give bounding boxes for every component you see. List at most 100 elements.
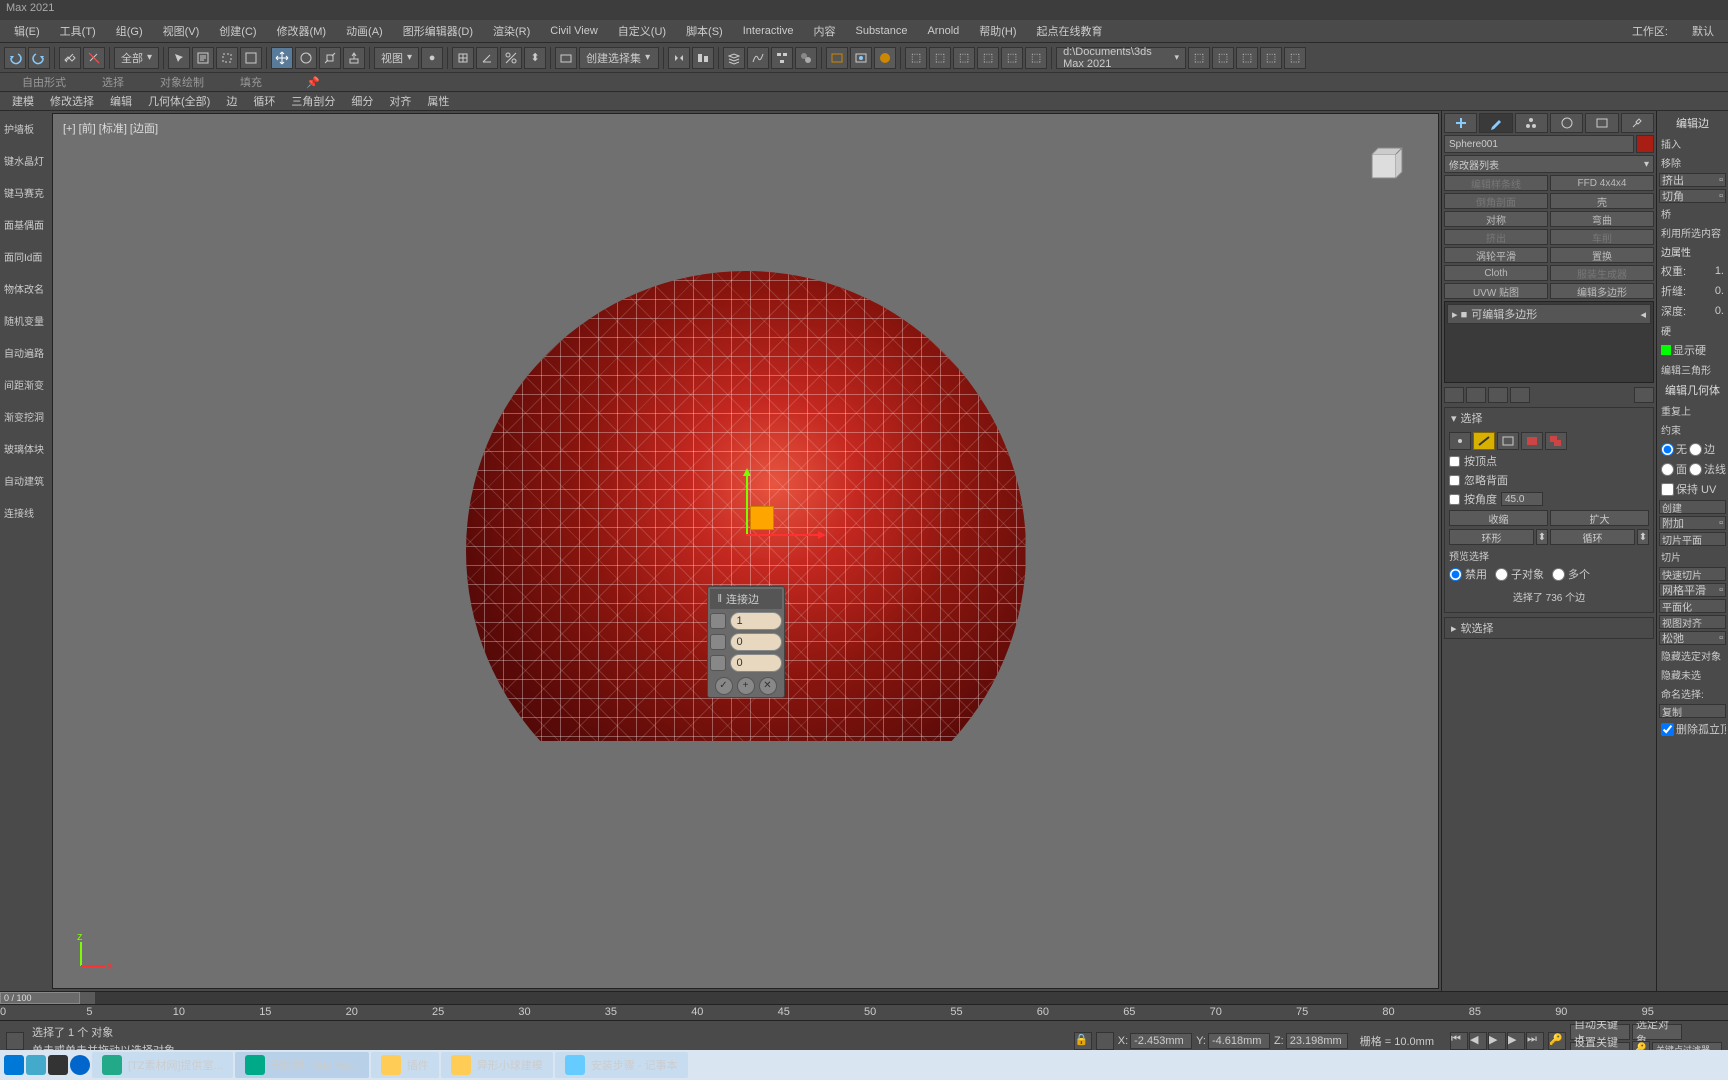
goto-start-button[interactable]: ⏮: [1450, 1032, 1468, 1050]
ring-spin[interactable]: ⬍: [1536, 529, 1548, 545]
unlink-button[interactable]: [83, 47, 105, 69]
c-none-radio[interactable]: [1661, 443, 1674, 456]
iso-icon[interactable]: [1096, 1032, 1114, 1050]
border-subobj-button[interactable]: [1497, 432, 1519, 450]
crease-input[interactable]: 0.: [1715, 285, 1724, 297]
undo-button[interactable]: [4, 47, 26, 69]
menu-substance[interactable]: Substance: [845, 23, 917, 39]
caddy-segments-input[interactable]: 1: [730, 612, 782, 630]
mod-btn[interactable]: 车削: [1550, 229, 1654, 245]
render-button[interactable]: [874, 47, 896, 69]
rib-modsel[interactable]: 修改选择: [42, 91, 102, 111]
ls-item[interactable]: 自动遍路: [2, 341, 48, 363]
t4[interactable]: ⬚: [977, 47, 999, 69]
taskbar-item[interactable]: 插件: [371, 1052, 439, 1078]
c-face-radio[interactable]: [1661, 463, 1674, 476]
menu-interactive[interactable]: Interactive: [733, 23, 804, 39]
bridge-btn[interactable]: 桥: [1659, 205, 1726, 222]
depth-input[interactable]: 0.: [1715, 305, 1724, 317]
caddy-apply-button[interactable]: +: [737, 677, 755, 695]
angle-input[interactable]: 45.0: [1501, 492, 1543, 506]
app-icon[interactable]: [26, 1055, 46, 1075]
ls-item[interactable]: 自动建筑: [2, 469, 48, 491]
menu-civilview[interactable]: Civil View: [540, 23, 607, 39]
caddy-cancel-button[interactable]: ✕: [759, 677, 777, 695]
caddy-pinch-input[interactable]: 0: [730, 633, 782, 651]
ring-button[interactable]: 环形: [1449, 529, 1534, 545]
next-frame-button[interactable]: ▶: [1507, 1032, 1525, 1050]
planarize-btn[interactable]: 平面化: [1659, 599, 1726, 613]
t3[interactable]: ⬚: [953, 47, 975, 69]
project-path[interactable]: d:\Documents\3ds Max 2021▾: [1056, 47, 1186, 69]
y-coord-input[interactable]: -4.618mm: [1208, 1033, 1270, 1049]
rib-subdiv[interactable]: 细分: [343, 91, 381, 111]
meshsmooth-btn[interactable]: 网格平滑▫: [1659, 583, 1726, 597]
select-rect-button[interactable]: [216, 47, 238, 69]
rib-align[interactable]: 对齐: [381, 91, 419, 111]
play-button[interactable]: ▶: [1488, 1032, 1506, 1050]
hideunsel-btn[interactable]: 隐藏未选: [1659, 666, 1726, 683]
x-coord-input[interactable]: -2.453mm: [1130, 1033, 1192, 1049]
p2[interactable]: ⬚: [1212, 47, 1234, 69]
p5[interactable]: ⬚: [1284, 47, 1306, 69]
taskbar-item[interactable]: [TZ素材网]提供室...: [92, 1052, 233, 1078]
preview-multi-radio[interactable]: [1552, 568, 1565, 581]
edge-subobj-button[interactable]: [1473, 432, 1495, 450]
rib-edge[interactable]: 边: [218, 91, 245, 111]
select-object-button[interactable]: [168, 47, 190, 69]
stack-item-editablepoly[interactable]: ▸ ■可编辑多边形◂: [1447, 304, 1651, 324]
rib-edit[interactable]: 编辑: [102, 91, 140, 111]
t5[interactable]: ⬚: [1001, 47, 1023, 69]
ls-item[interactable]: 面基偶面: [2, 213, 48, 235]
by-angle-checkbox[interactable]: [1449, 494, 1460, 505]
spinner-snap-button[interactable]: ⬍: [524, 47, 546, 69]
prev-frame-button[interactable]: ◀: [1469, 1032, 1487, 1050]
menu-create[interactable]: 创建(C): [209, 21, 266, 41]
app-icon[interactable]: [70, 1055, 90, 1075]
move-button[interactable]: [271, 47, 293, 69]
hidesel-btn[interactable]: 隐藏选定对象: [1659, 647, 1726, 664]
t6[interactable]: ⬚: [1025, 47, 1047, 69]
caddy-slide-input[interactable]: 0: [730, 654, 782, 672]
select-name-button[interactable]: [192, 47, 214, 69]
grow-button[interactable]: 扩大: [1550, 510, 1649, 526]
preview-none-radio[interactable]: [1449, 568, 1462, 581]
layer-button[interactable]: [723, 47, 745, 69]
rib-tri[interactable]: 三角剖分: [283, 91, 343, 111]
pin-stack-button[interactable]: [1444, 387, 1464, 403]
goto-end-button[interactable]: ⏭: [1526, 1032, 1544, 1050]
menu-content[interactable]: 内容: [803, 21, 845, 41]
time-ruler[interactable]: 0510152025303540455055606570758085909510…: [0, 1005, 1728, 1021]
show-result-button[interactable]: [1466, 387, 1486, 403]
render-setup-button[interactable]: [826, 47, 848, 69]
scale-button[interactable]: [319, 47, 341, 69]
caddy-title[interactable]: ‖连接边: [710, 589, 782, 609]
rib-props[interactable]: 属性: [419, 91, 457, 111]
mod-btn[interactable]: 编辑样条线: [1444, 175, 1548, 191]
coord-system-dropdown[interactable]: 视图▾: [374, 47, 419, 69]
modifier-stack[interactable]: ▸ ■可编辑多边形◂: [1444, 301, 1654, 383]
taskbar-item-3dsmax[interactable]: 无标题 - 3ds Ma...: [235, 1052, 369, 1078]
curve-editor-button[interactable]: [747, 47, 769, 69]
menu-arnold[interactable]: Arnold: [917, 23, 969, 39]
chamfer-btn[interactable]: 切角▫: [1659, 189, 1726, 203]
ls-item[interactable]: 面同Id面: [2, 245, 48, 267]
snap-toggle-button[interactable]: [452, 47, 474, 69]
extrude-btn[interactable]: 挤出▫: [1659, 173, 1726, 187]
ls-item[interactable]: 间距渐变: [2, 373, 48, 395]
configure-button[interactable]: [1634, 387, 1654, 403]
t1[interactable]: ⬚: [905, 47, 927, 69]
taskbar-item[interactable]: 异形小球建模: [441, 1052, 553, 1078]
keepuv-check[interactable]: [1661, 483, 1674, 496]
relax-btn[interactable]: 松弛▫: [1659, 631, 1726, 645]
mod-btn[interactable]: 置换: [1550, 247, 1654, 263]
menu-modifiers[interactable]: 修改器(M): [267, 21, 337, 41]
by-vertex-checkbox[interactable]: [1449, 456, 1460, 467]
ls-item[interactable]: 随机变量: [2, 309, 48, 331]
menu-group[interactable]: 组(G): [106, 21, 153, 41]
p3[interactable]: ⬚: [1236, 47, 1258, 69]
mod-btn[interactable]: 涡轮平滑: [1444, 247, 1548, 263]
repeat-btn[interactable]: 重复上: [1659, 402, 1726, 419]
rotate-button[interactable]: [295, 47, 317, 69]
ribbon-pin-icon[interactable]: 📌: [288, 74, 338, 91]
